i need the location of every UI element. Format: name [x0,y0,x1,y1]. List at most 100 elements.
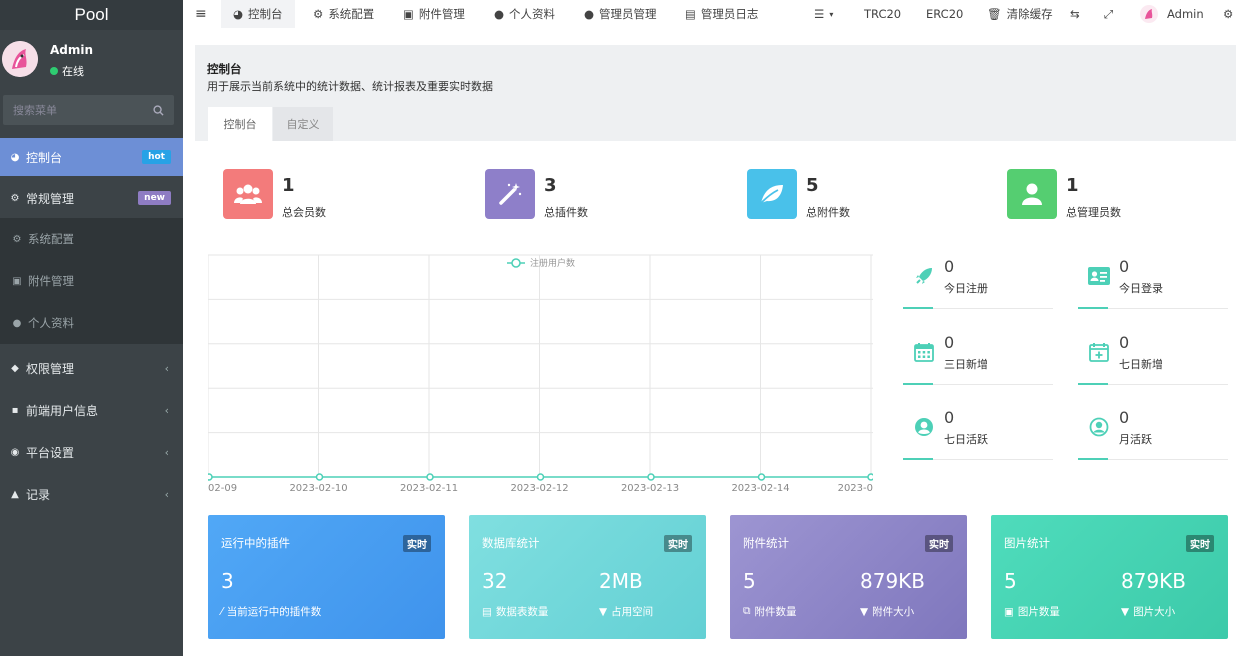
mini-stat-monthly-active: 0 月活跃 [1078,406,1228,482]
realtime-badge: 实时 [664,535,692,552]
erc20-link[interactable]: ERC20 [926,0,963,28]
online-dot-icon [50,67,58,75]
mini-stat-label: 今日登录 [1119,282,1163,295]
mini-stat-value: 0 [1119,408,1130,427]
data-point[interactable] [208,473,213,481]
bars-icon: ☰ [814,7,825,21]
card-title: 图片统计 [1004,536,1050,550]
card-sub: ▤ 数据表数量 [482,604,548,619]
tab-attachments[interactable]: ▣ 附件管理 [403,0,465,28]
stat-admins: 1 总管理员数 [1007,169,1207,219]
sidebar-item-permissions[interactable]: ◆ 权限管理 ‹ [0,348,183,388]
gear-icon: ⚙ [313,7,324,21]
chevron-left-icon: ‹ [164,403,169,417]
sidebar-item-label: 常规管理 [26,191,75,206]
realtime-badge: 实时 [925,535,953,552]
sidebar-item-dashboard[interactable]: ◕ 控制台 hot [0,138,183,176]
hot-badge: hot [142,150,171,164]
area-chart-icon: ▲ [11,488,19,500]
search-placeholder: 搜索菜单 [13,104,57,117]
sidebar-search[interactable]: 搜索菜单 [3,95,174,125]
card-sub-label: 附件大小 [872,606,915,618]
stat-members: 1 总会员数 [223,169,423,219]
card-sub-label: 图片数量 [1017,606,1060,618]
avatar[interactable] [2,41,38,77]
card-sub-secondary: ▼ 附件大小 [860,604,914,619]
content-tab-custom[interactable]: 自定义 [273,107,333,141]
user-icon: ● [584,7,595,21]
sidebar-item-frontend-users[interactable]: ▪ 前端用户信息 ‹ [0,390,183,430]
search-icon[interactable] [153,104,164,116]
content-tab-dashboard[interactable]: 控制台 [208,107,272,141]
card-attachment-stats: 附件统计 实时 5 879KB ⧉ 附件数量 ▼ 附件大小 [730,515,967,639]
sidebar-item-label: 平台设置 [26,445,75,460]
data-point[interactable] [536,473,545,481]
admin-user-menu[interactable]: Admin [1140,0,1204,28]
user-icon: ● [494,7,505,21]
translate-icon[interactable]: ⇆ [1070,0,1080,28]
list-alt-icon: ▤ [685,7,696,21]
data-point[interactable] [867,473,873,481]
tab-admin-manage[interactable]: ● 管理员管理 [584,0,657,28]
tab-profile[interactable]: ● 个人资料 [494,0,555,28]
card-title: 数据库统计 [482,536,540,550]
copy-icon: ⧉ [743,605,751,617]
sidebar-item-general[interactable]: ⚙ 常规管理 new [0,180,183,216]
group-icon: ◆ [11,362,19,374]
rocket-icon [913,265,935,287]
filter-icon: ▼ [1121,605,1130,618]
trash-icon: 🗑 [987,7,1002,21]
cogs-icon: ⚙ [10,192,20,204]
image-icon: ▣ [12,275,22,287]
trc20-link[interactable]: TRC20 [864,0,901,28]
chart-x-axis: 02-09 2023-02-10 2023-02-11 2023-02-12 2023-… [208,483,873,493]
admin-label: Admin [1167,7,1204,21]
main-area: ≡ ◕ 控制台 ⚙ 系统配置 ▣ 附件管理 ● 个人资料 ● 管理员管理 ▤ 管理员日志 ☰… [183,0,1236,656]
page-description: 用于展示当前系统中的统计数据、统计报表及重要实时数据 [207,80,493,93]
sidebar-item-attachments[interactable]: ▣ 附件管理 [0,260,183,302]
data-point[interactable] [426,473,434,481]
mini-stat-three-day-new: 0 三日新增 [903,331,1053,407]
tab-system-config[interactable]: ⚙ 系统配置 [313,0,374,28]
mini-stat-seven-day-active: 0 七日活跃 [903,406,1053,482]
card-value: 5 [743,569,756,593]
settings-gear-icon[interactable]: ⚙ [1223,0,1233,28]
card-value-secondary: 2MB [599,569,643,593]
card-sub: ⧉ 附件数量 [743,604,797,619]
link-label: 清除缓存 [1006,7,1053,21]
sidebar-item-profile[interactable]: ● 个人资料 [0,302,183,344]
tab-admin-log[interactable]: ▤ 管理员日志 [685,0,758,28]
calendar-icon [913,341,935,363]
card-sub: ⁄ 当前运行中的插件数 [221,604,321,619]
user-name: Admin [50,43,94,57]
filter-icon: ▼ [599,605,608,618]
app-logo[interactable]: Pool [0,0,183,30]
stat-label: 总附件数 [806,206,850,219]
chart-series [208,473,873,481]
menu-toggle-icon[interactable]: ≡ [195,0,207,28]
filter-icon: ▼ [860,605,869,618]
sidebar-item-system-config[interactable]: ⚙ 系统配置 [0,218,183,260]
data-point[interactable] [647,473,655,481]
mini-stat-label: 月活跃 [1119,433,1152,446]
sidebar-item-records[interactable]: ▲ 记录 ‹ [0,474,183,514]
fullscreen-icon[interactable]: ⤢ [1104,0,1113,28]
image-icon: ▣ [403,7,414,21]
card-value-secondary: 879KB [860,569,926,593]
card-sub-label: 数据表数量 [495,606,549,618]
tab-label: 个人资料 [509,7,556,21]
data-point[interactable] [757,473,766,481]
clear-cache-button[interactable]: 🗑 清除缓存 [987,0,1053,28]
mini-stat-seven-day-new: 0 七日新增 [1078,331,1228,407]
chart-grid [208,254,873,478]
sidebar-item-label: 附件管理 [28,274,74,288]
stat-value: 1 [1066,175,1079,196]
tab-dashboard[interactable]: ◕ 控制台 [221,0,295,28]
sidebar-item-label: 控制台 [26,150,63,165]
stat-label: 总管理员数 [1066,206,1121,219]
database-icon: ▤ [482,605,492,618]
more-menu-dropdown[interactable]: ☰ ▾ [814,0,833,28]
mini-stat-value: 0 [944,257,955,276]
data-point[interactable] [315,473,324,481]
sidebar-item-platform-settings[interactable]: ◉ 平台设置 ‹ [0,432,183,472]
